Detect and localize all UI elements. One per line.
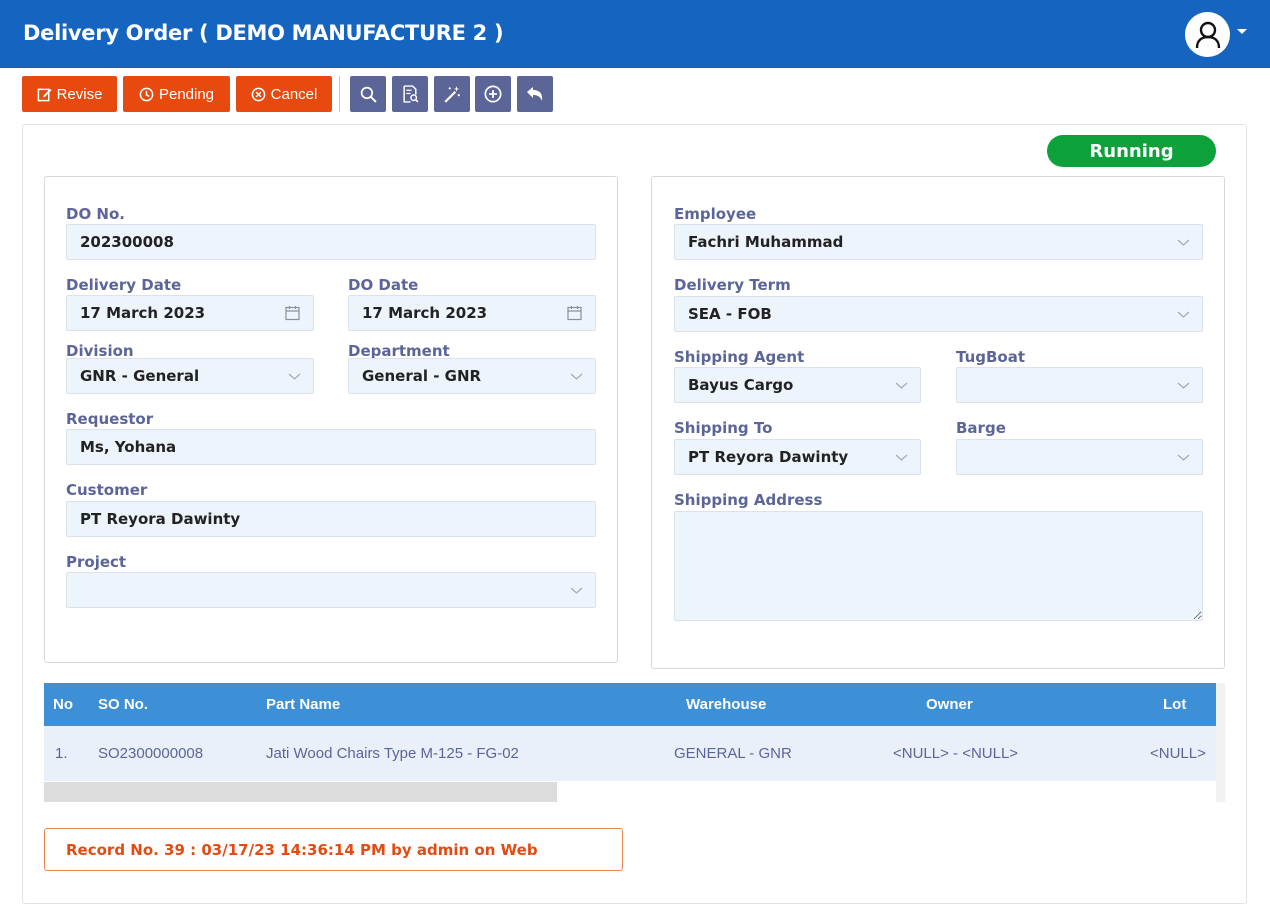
preview-button[interactable] [392, 76, 428, 112]
chevron-down-icon [288, 373, 301, 380]
document-search-icon [402, 85, 418, 103]
delivery-term-label: Delivery Term [674, 276, 791, 294]
page-title: Delivery Order ( DEMO MANUFACTURE 2 ) [23, 21, 504, 45]
column-header-part-name[interactable]: Part Name [266, 683, 340, 726]
shipping-agent-select[interactable]: Bayus Cargo [674, 367, 921, 403]
tugboat-select[interactable] [956, 367, 1203, 403]
magic-button[interactable] [434, 76, 470, 112]
status-badge: Running [1047, 135, 1216, 167]
column-header-so-no[interactable]: SO No. [98, 683, 148, 726]
cancel-button[interactable]: Cancel [236, 76, 332, 112]
column-header-no[interactable]: No [53, 683, 73, 726]
record-info: Record No. 39 : 03/17/23 14:36:14 PM by … [44, 828, 623, 871]
column-header-warehouse[interactable]: Warehouse [686, 683, 766, 726]
customer-value: PT Reyora Dawinty [80, 510, 241, 528]
shipping-to-label: Shipping To [674, 419, 773, 437]
chevron-down-icon [895, 382, 908, 389]
app-header: Delivery Order ( DEMO MANUFACTURE 2 ) [0, 0, 1270, 68]
calendar-icon[interactable] [285, 305, 300, 321]
magic-wand-icon [444, 86, 460, 103]
calendar-icon[interactable] [567, 305, 582, 321]
search-icon [360, 86, 377, 103]
project-label: Project [66, 553, 127, 571]
chevron-down-icon [1177, 311, 1190, 318]
requestor-field[interactable]: Ms, Yohana [66, 429, 596, 465]
edit-icon [37, 88, 52, 101]
project-select[interactable] [66, 572, 596, 608]
department-select[interactable]: General - GNR [348, 358, 596, 394]
row-no: 1. [55, 745, 68, 762]
do-no-label: DO No. [66, 205, 125, 223]
revise-label: Revise [56, 85, 103, 103]
row-part-name: Jati Wood Chairs Type M-125 - FG-02 [266, 745, 519, 762]
search-button[interactable] [350, 76, 386, 112]
do-date-value: 17 March 2023 [362, 304, 488, 322]
shipping-address-label: Shipping Address [674, 491, 823, 509]
barge-label: Barge [956, 419, 1006, 437]
do-date-label: DO Date [348, 276, 419, 294]
toolbar-divider [339, 76, 340, 112]
delivery-date-value: 17 March 2023 [80, 304, 206, 322]
horizontal-scrollbar[interactable] [44, 782, 557, 802]
employee-value: Fachri Muhammad [688, 233, 844, 251]
shipping-agent-label: Shipping Agent [674, 348, 805, 366]
department-value: General - GNR [362, 367, 482, 385]
revise-button[interactable]: Revise [22, 76, 117, 112]
do-no-value: 202300008 [80, 233, 174, 251]
shipping-address-textarea[interactable] [674, 511, 1203, 621]
grid-header-row: No SO No. Part Name Warehouse Owner Lot [44, 683, 1216, 726]
tugboat-label: TugBoat [956, 348, 1026, 366]
user-avatar[interactable] [1185, 12, 1230, 57]
cancel-label: Cancel [270, 85, 318, 103]
delivery-date-field[interactable]: 17 March 2023 [66, 295, 314, 331]
user-icon [1195, 21, 1220, 48]
employee-select[interactable]: Fachri Muhammad [674, 224, 1203, 260]
shipping-agent-value: Bayus Cargo [688, 376, 794, 394]
do-date-field[interactable]: 17 March 2023 [348, 295, 596, 331]
delivery-term-select[interactable]: SEA - FOB [674, 296, 1203, 332]
pending-label: Pending [158, 85, 215, 103]
column-header-lot[interactable]: Lot [1163, 683, 1186, 726]
row-warehouse: GENERAL - GNR [674, 745, 792, 762]
requestor-label: Requestor [66, 410, 154, 428]
row-so-no: SO2300000008 [98, 745, 204, 762]
undo-icon [527, 87, 543, 101]
table-row[interactable]: 1. SO2300000008 Jati Wood Chairs Type M-… [44, 726, 1216, 781]
chevron-down-icon [1177, 382, 1190, 389]
chevron-down-icon [1177, 239, 1190, 246]
employee-label: Employee [674, 205, 757, 223]
chevron-down-icon [895, 454, 908, 461]
clock-icon [139, 87, 154, 101]
do-no-field[interactable]: 202300008 [66, 224, 596, 260]
customer-label: Customer [66, 481, 148, 499]
chevron-down-icon [570, 587, 583, 594]
add-button[interactable] [475, 76, 511, 112]
pending-button[interactable]: Pending [123, 76, 230, 112]
back-button[interactable] [517, 76, 553, 112]
division-select[interactable]: GNR - General [66, 358, 314, 394]
chevron-down-icon [570, 373, 583, 380]
vertical-scrollbar[interactable] [1216, 683, 1225, 802]
barge-select[interactable] [956, 439, 1203, 475]
customer-field[interactable]: PT Reyora Dawinty [66, 501, 596, 537]
column-header-owner[interactable]: Owner [926, 683, 973, 726]
user-menu-caret-icon[interactable] [1237, 29, 1247, 34]
requestor-value: Ms, Yohana [80, 438, 177, 456]
add-circle-icon [484, 85, 502, 103]
delivery-date-label: Delivery Date [66, 276, 182, 294]
shipping-to-value: PT Reyora Dawinty [688, 448, 849, 466]
chevron-down-icon [1177, 454, 1190, 461]
detail-grid: No SO No. Part Name Warehouse Owner Lot … [44, 683, 1216, 781]
shipping-to-select[interactable]: PT Reyora Dawinty [674, 439, 921, 475]
delivery-term-value: SEA - FOB [688, 305, 772, 323]
row-owner: <NULL> - <NULL> [893, 745, 1019, 762]
cancel-circle-icon [251, 87, 265, 101]
division-value: GNR - General [80, 367, 200, 385]
row-lot: <NULL> [1150, 745, 1206, 762]
